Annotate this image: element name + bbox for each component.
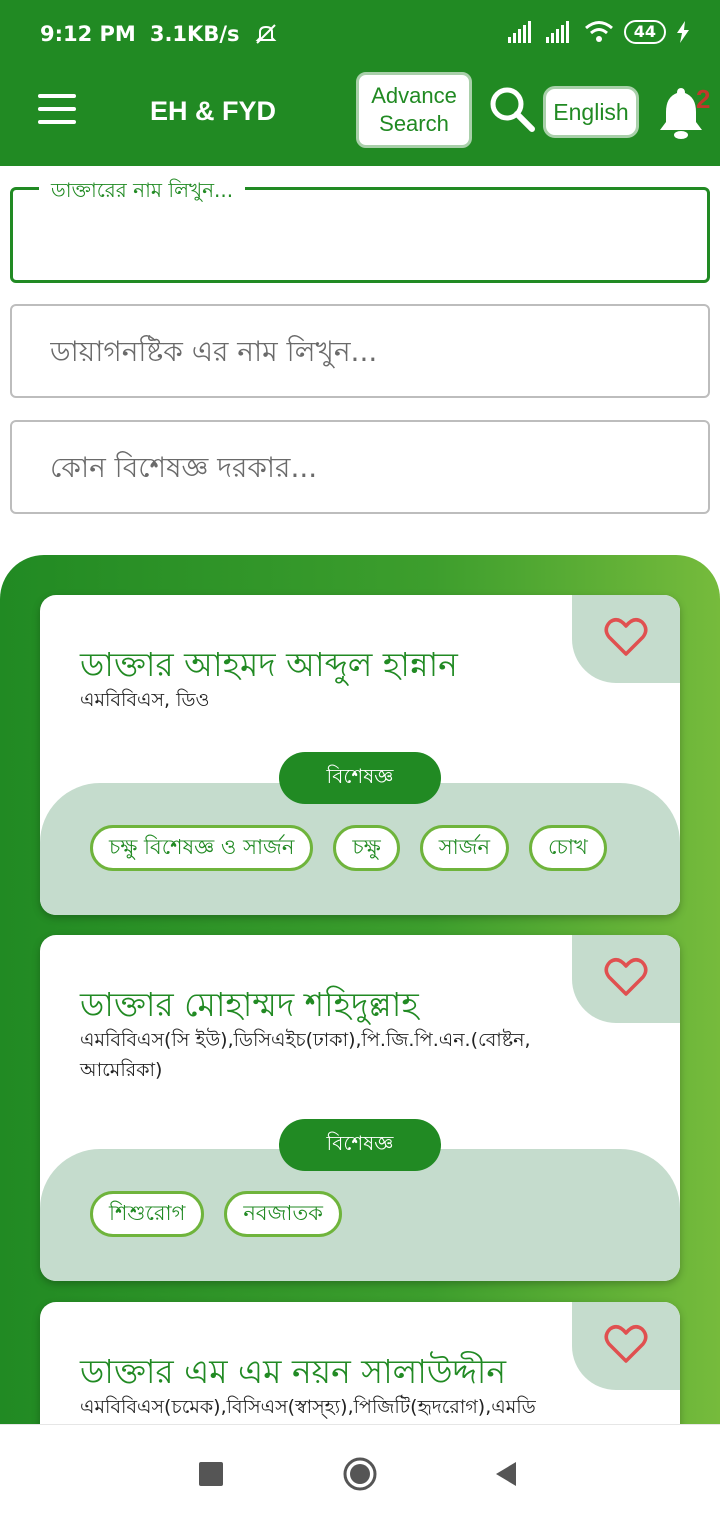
app-bar: EH & FYD Advance Search English 2 (0, 70, 720, 166)
search-icon[interactable] (487, 84, 537, 134)
doctor-card[interactable]: ডাক্তার আহমদ আব্দুল হান্নান এমবিবিএস, ডি… (40, 595, 680, 915)
heart-icon[interactable] (604, 957, 648, 997)
specialty-tag[interactable]: চোখ (529, 825, 607, 871)
favorite-area (572, 1302, 680, 1390)
doctor-name-field[interactable]: ডাক্তারের নাম লিখুন... (10, 176, 710, 283)
specialty-tag[interactable]: নবজাতক (224, 1191, 342, 1237)
advance-search-button[interactable]: Advance Search (356, 72, 472, 148)
doctor-card[interactable]: ডাক্তার মোহাম্মদ শহিদুল্লাহ এমবিবিএস(সি … (40, 935, 680, 1281)
specialty-tags: শিশুরোগ নবজাতক (90, 1191, 640, 1247)
specialist-input[interactable] (12, 422, 708, 512)
favorite-area (572, 935, 680, 1023)
battery-indicator: 44 (623, 20, 666, 44)
doctor-degree: এমবিবিএস(চমেক),বিসিএস(স্বাস্হ্য),পিজিটি(… (80, 1396, 536, 1418)
specialty-tag[interactable]: শিশুরোগ (90, 1191, 205, 1237)
menu-icon[interactable] (38, 94, 76, 124)
results-panel: ডাক্তার আহমদ আব্দুল হান্নান এমবিবিএস, ডি… (0, 555, 720, 1455)
heart-icon[interactable] (604, 1324, 648, 1364)
app-title: EH & FYD (150, 96, 277, 126)
specialty-tags: চক্ষু বিশেষজ্ঞ ও সার্জন চক্ষু সার্জন চোখ (90, 825, 640, 881)
status-bar: 9:12 PM 3.1KB/s 44 (0, 0, 720, 70)
back-icon[interactable] (494, 1461, 518, 1487)
specialist-label: বিশেষজ্ঞ (279, 1119, 441, 1171)
notification-count: 2 (696, 84, 711, 114)
system-nav-bar (0, 1424, 720, 1521)
doctor-degree: এমবিবিএস, ডিও (80, 689, 210, 711)
diagnostic-name-field[interactable] (10, 304, 710, 398)
favorite-area (572, 595, 680, 683)
specialty-tag[interactable]: চক্ষু (333, 825, 400, 871)
status-time: 9:12 PM (40, 22, 136, 46)
wifi-icon (584, 21, 613, 42)
stop-icon[interactable] (199, 1462, 223, 1486)
signal-icon-2 (545, 21, 569, 43)
advance-search-label-1: Advance (371, 83, 457, 108)
doctor-name-input[interactable] (13, 190, 707, 280)
top-bar: 9:12 PM 3.1KB/s 44 EH & FYD Advance Sear… (0, 0, 720, 166)
advance-search-label-2: Search (379, 111, 449, 136)
language-button[interactable]: English (543, 86, 639, 138)
specialist-label: বিশেষজ্ঞ (279, 752, 441, 804)
specialty-tag[interactable]: সার্জন (419, 825, 510, 871)
status-speed: 3.1KB/s (149, 22, 240, 46)
muted-alarm-icon (255, 24, 276, 44)
heart-icon[interactable] (604, 617, 648, 657)
signal-icon (507, 21, 531, 43)
doctor-degree: এমবিবিএস(সি ইউ),ডিসিএইচ(ঢাকা),পি.জি.পি.এ… (80, 1029, 531, 1081)
diagnostic-name-input[interactable] (12, 306, 708, 396)
specialty-tag[interactable]: চক্ষু বিশেষজ্ঞ ও সার্জন (90, 825, 314, 871)
specialist-field[interactable] (10, 420, 710, 514)
home-icon[interactable] (342, 1456, 378, 1492)
charging-icon (677, 21, 689, 43)
